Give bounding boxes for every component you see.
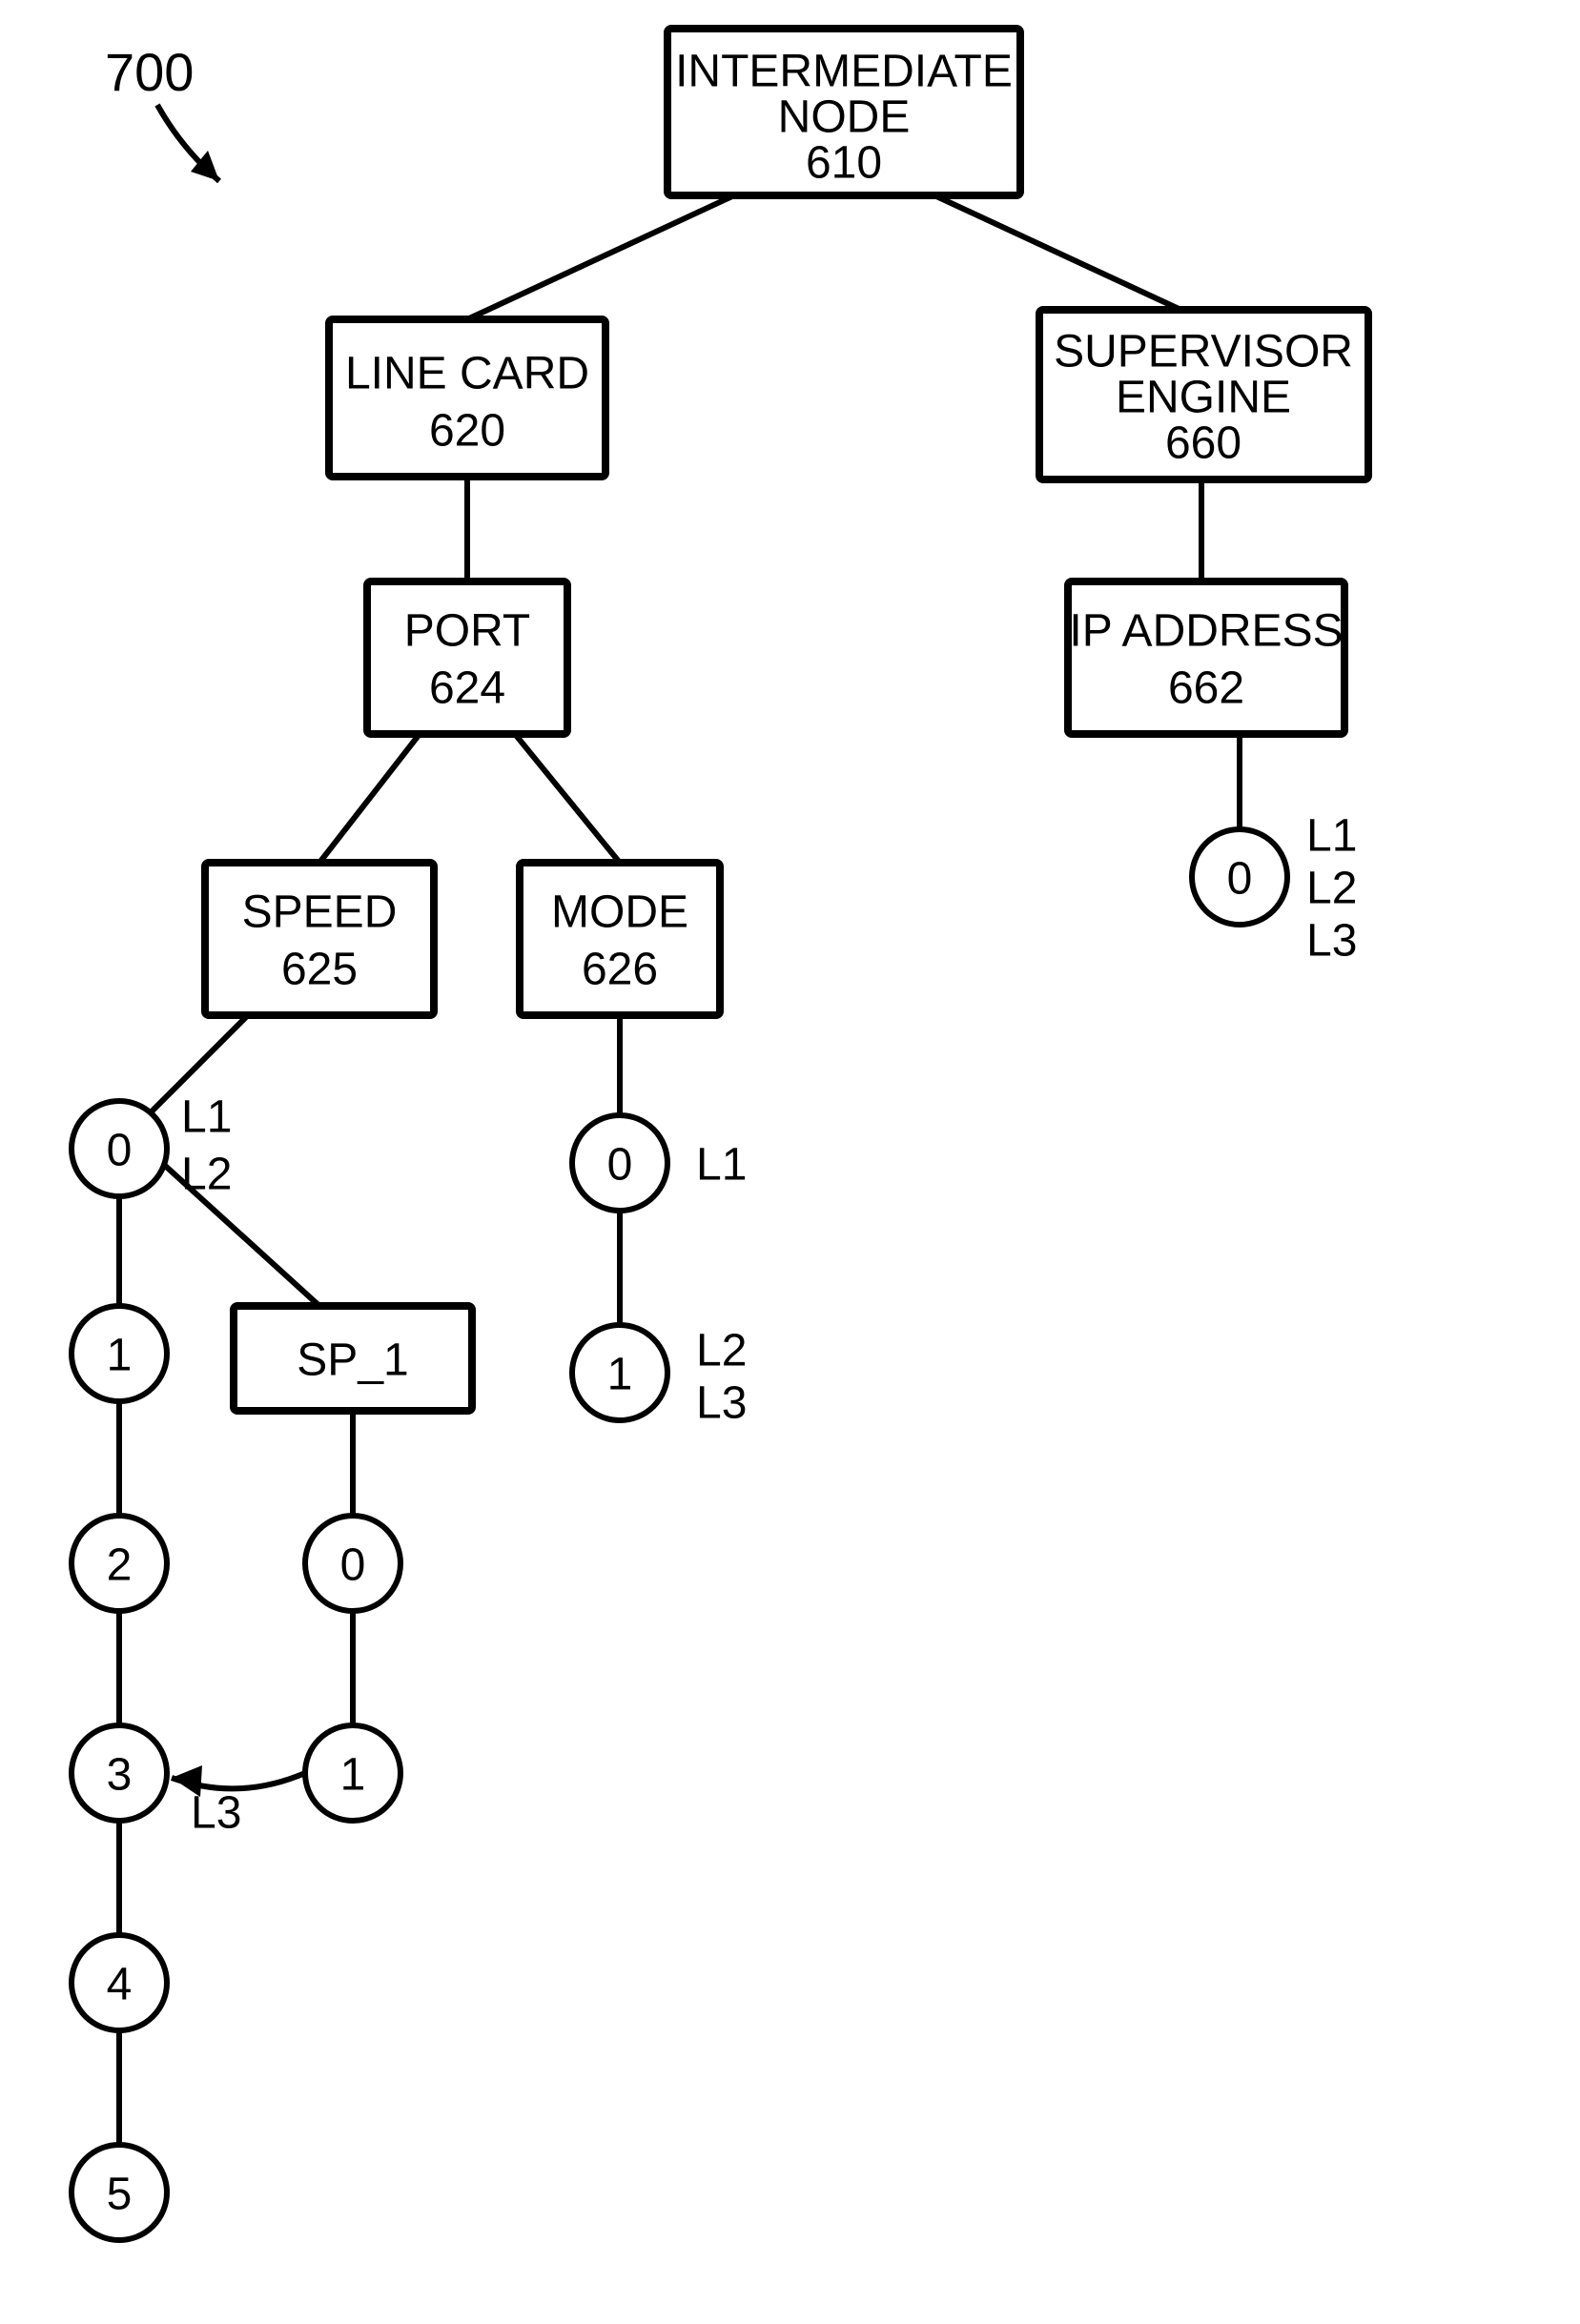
speed-line1: SPEED: [242, 887, 398, 938]
ip-num: 662: [1168, 663, 1244, 714]
label-arrow-l3: L3: [191, 1788, 241, 1839]
edge-port-speed: [319, 734, 420, 863]
label-ip0-l3: L3: [1306, 916, 1357, 967]
speed-num: 625: [281, 945, 358, 995]
figure-number: 700: [105, 42, 194, 102]
mode-node-1: 1: [572, 1325, 667, 1420]
speed-node-1-label: 1: [107, 1331, 133, 1381]
speed-node-1: 1: [72, 1306, 167, 1401]
edge-port-mode: [515, 734, 620, 863]
sp1-node-1-label: 1: [340, 1750, 366, 1801]
ip-node-0-label: 0: [1227, 854, 1253, 905]
port-line1: PORT: [404, 606, 530, 657]
sup-line2: ENGINE: [1116, 373, 1291, 423]
sp1-node-1: 1: [305, 1725, 400, 1821]
label-ip0-l2: L2: [1306, 864, 1357, 914]
label-speed0-l2: L2: [181, 1150, 232, 1200]
box-port: PORT 624: [367, 581, 567, 734]
root-line1: INTERMEDIATE: [675, 47, 1013, 97]
mode-num: 626: [582, 945, 658, 995]
sup-line1: SUPERVISOR: [1054, 327, 1353, 377]
edge-root-lc: [467, 195, 734, 319]
sp1-line1: SP_1: [297, 1335, 408, 1386]
lc-line1: LINE CARD: [345, 349, 589, 399]
speed-node-3-label: 3: [107, 1750, 133, 1801]
box-mode: MODE 626: [520, 863, 720, 1015]
sp1-node-0: 0: [305, 1516, 400, 1611]
mode-node-0-label: 0: [607, 1140, 633, 1191]
speed-node-5-label: 5: [107, 2170, 133, 2220]
mode-node-0: 0: [572, 1115, 667, 1211]
speed-node-5: 5: [72, 2145, 167, 2240]
box-supervisor-engine: SUPERVISOR ENGINE 660: [1039, 310, 1368, 479]
sp1-node-0-label: 0: [340, 1540, 366, 1591]
label-mode1-l3: L3: [696, 1378, 747, 1429]
edge-root-sup: [934, 195, 1201, 319]
box-sp1: SP_1: [234, 1306, 472, 1411]
speed-node-2: 2: [72, 1516, 167, 1611]
speed-node-4-label: 4: [107, 1960, 133, 2010]
root-line2: NODE: [778, 92, 911, 143]
label-mode0-l1: L1: [696, 1140, 747, 1191]
box-speed: SPEED 625: [205, 863, 434, 1015]
lc-num: 620: [429, 406, 505, 457]
label-speed0-l1: L1: [181, 1092, 232, 1143]
label-ip0-l1: L1: [1306, 811, 1357, 862]
port-num: 624: [429, 663, 505, 714]
label-mode1-l2: L2: [696, 1326, 747, 1376]
ip-node-0: 0: [1192, 829, 1287, 925]
mode-line1: MODE: [551, 887, 688, 938]
speed-node-0: 0: [72, 1101, 167, 1196]
speed-node-2-label: 2: [107, 1540, 133, 1591]
root-num: 610: [806, 138, 882, 189]
diagram-canvas: 700 INTERMEDIATE NODE 610 LINE CARD 6: [0, 0, 1580, 2324]
speed-node-3: 3: [72, 1725, 167, 1821]
box-intermediate-node: INTERMEDIATE NODE 610: [667, 29, 1020, 195]
mode-node-1-label: 1: [607, 1350, 633, 1400]
sup-num: 660: [1165, 418, 1241, 469]
ip-line1: IP ADDRESS: [1069, 606, 1343, 657]
box-ip-address: IP ADDRESS 662: [1068, 581, 1344, 734]
box-line-card: LINE CARD 620: [329, 319, 605, 477]
speed-node-4: 4: [72, 1935, 167, 2030]
speed-node-0-label: 0: [107, 1126, 133, 1176]
